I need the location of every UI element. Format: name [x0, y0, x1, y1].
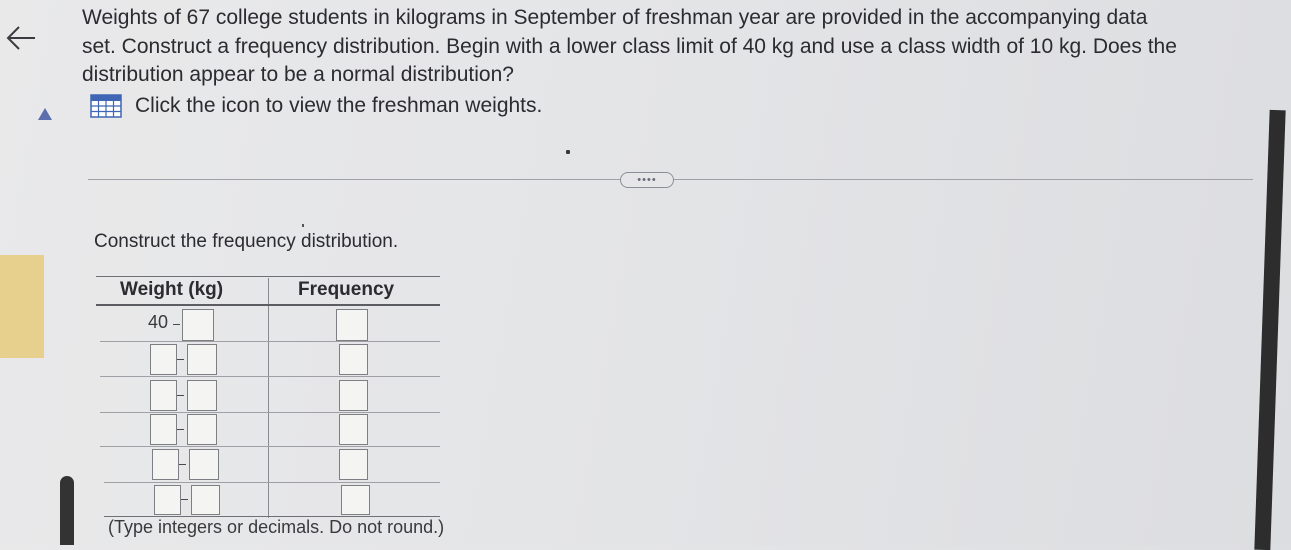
row-separator: [100, 446, 440, 447]
upper-limit-input[interactable]: [189, 449, 219, 480]
frequency-input[interactable]: [341, 485, 370, 515]
frequency-input[interactable]: [336, 309, 368, 341]
lower-limit-input[interactable]: [152, 449, 179, 480]
cursor-mark: [566, 150, 570, 154]
question-line: set. Construct a frequency distribution.…: [82, 34, 1177, 58]
lower-limit-input[interactable]: [150, 380, 177, 411]
frequency-input[interactable]: [339, 380, 368, 411]
table-grid-icon[interactable]: [90, 94, 122, 118]
range-dash: [177, 395, 184, 396]
frequency-input[interactable]: [339, 449, 368, 480]
row-separator: [100, 412, 440, 413]
row-separator: [100, 376, 440, 377]
right-scrollbar[interactable]: [1254, 109, 1286, 550]
upper-limit-input[interactable]: [187, 414, 217, 445]
range-dash: [173, 324, 180, 325]
upper-limit-input[interactable]: [191, 485, 220, 515]
frequency-input[interactable]: [339, 414, 368, 445]
question-text: Weights of 67 college students in kilogr…: [82, 4, 1262, 90]
frequency-input[interactable]: [339, 344, 368, 375]
view-data-link[interactable]: Click the icon to view the freshman weig…: [90, 94, 542, 118]
range-dash: [181, 499, 188, 500]
part-prompt: Construct the frequency distribution.: [94, 231, 399, 252]
side-tab[interactable]: [0, 255, 44, 358]
range-dash: [179, 464, 186, 465]
range-dash: [177, 429, 184, 430]
column-header-weight: Weight (kg): [120, 279, 224, 300]
range-dash: [177, 359, 184, 360]
upper-limit-input[interactable]: [182, 309, 214, 341]
back-arrow-icon[interactable]: [2, 20, 38, 56]
view-data-link-text[interactable]: Click the icon to view the freshman weig…: [135, 94, 542, 118]
row-separator: [104, 482, 440, 483]
warning-triangle-icon: [38, 108, 52, 120]
cursor-mark: [302, 224, 304, 227]
header-underline: [96, 304, 440, 306]
answer-format-hint: (Type integers or decimals. Do not round…: [108, 517, 445, 537]
left-scrollbar[interactable]: [60, 476, 74, 545]
row-separator: [100, 341, 440, 342]
expand-more-button[interactable]: ••••: [620, 172, 674, 188]
lower-limit-input[interactable]: [154, 485, 181, 515]
question-line: distribution appear to be a normal distr…: [82, 63, 514, 86]
lower-limit-text: 40: [148, 312, 169, 332]
lower-limit-input[interactable]: [150, 344, 177, 375]
question-line: Weights of 67 college students in kilogr…: [82, 6, 1148, 29]
table-top-rule: [96, 276, 440, 277]
lower-limit-input[interactable]: [150, 414, 177, 445]
upper-limit-input[interactable]: [187, 380, 217, 411]
column-header-frequency: Frequency: [298, 279, 395, 300]
upper-limit-input[interactable]: [187, 344, 217, 375]
